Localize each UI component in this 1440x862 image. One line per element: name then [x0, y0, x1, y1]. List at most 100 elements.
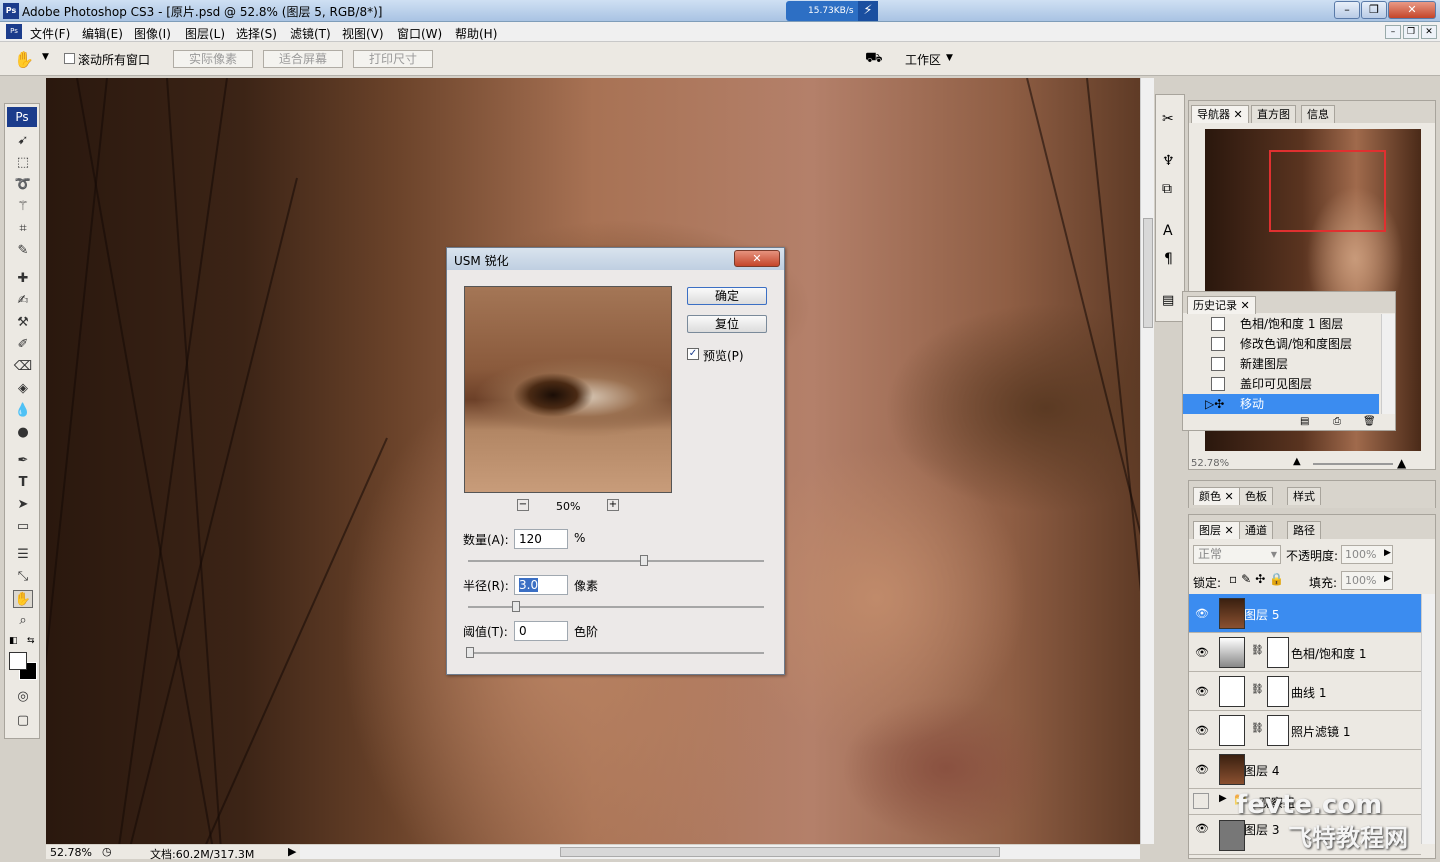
layers-scrollbar[interactable]: [1421, 594, 1435, 844]
tab-info[interactable]: 信息: [1301, 105, 1335, 123]
document-icon[interactable]: Ps: [6, 24, 22, 39]
layer-row[interactable]: 👁 图层 4: [1189, 750, 1421, 789]
menu-filter[interactable]: 滤镜(T): [290, 25, 331, 42]
opacity-arrow-icon[interactable]: ▶: [1384, 548, 1391, 558]
character-icon[interactable]: A: [1163, 223, 1173, 239]
brush-tool-icon[interactable]: ✍: [13, 292, 33, 310]
menu-view[interactable]: 视图(V): [342, 25, 384, 42]
reset-button[interactable]: 复位: [687, 315, 767, 333]
minimize-button[interactable]: –: [1334, 1, 1360, 19]
zoom-out-small-icon[interactable]: ▲: [1293, 456, 1301, 467]
group-expand-icon[interactable]: ▶: [1219, 793, 1227, 804]
status-clock-icon[interactable]: ◷: [102, 845, 112, 858]
marquee-tool-icon[interactable]: ⬚: [13, 154, 33, 172]
path-select-icon[interactable]: ➤: [13, 496, 33, 514]
dialog-titlebar[interactable]: USM 锐化 ✕: [447, 248, 784, 270]
radius-input[interactable]: 3.0: [514, 575, 568, 595]
paint-bucket-icon[interactable]: ◈: [13, 380, 33, 398]
vertical-scrollbar[interactable]: [1140, 78, 1154, 844]
default-colors-icon[interactable]: ◧: [9, 636, 18, 646]
tab-layers[interactable]: 图层 ✕: [1193, 521, 1240, 539]
history-item[interactable]: 盖印可见图层: [1183, 374, 1395, 394]
layer-row[interactable]: 👁 ⛓ 色相/饱和度 1: [1189, 633, 1421, 672]
crop-tool-icon[interactable]: ⌗: [13, 220, 33, 238]
layer-row[interactable]: 👁 ⛓ 曲线 1: [1189, 672, 1421, 711]
restore-button[interactable]: ❐: [1361, 1, 1387, 19]
history-brush-icon[interactable]: ✐: [13, 336, 33, 354]
status-zoom[interactable]: 52.78%: [50, 846, 92, 859]
tab-navigator[interactable]: 导航器 ✕: [1191, 105, 1249, 123]
menu-help[interactable]: 帮助(H): [455, 25, 497, 42]
magic-wand-tool-icon[interactable]: ⚚: [13, 198, 33, 216]
quick-mask-icon[interactable]: ◎: [13, 688, 33, 706]
eye-icon[interactable]: 👁: [1195, 822, 1209, 835]
close-button[interactable]: ✕: [1388, 1, 1436, 19]
menu-edit[interactable]: 编辑(E): [82, 25, 123, 42]
history-item[interactable]: 新建图层: [1183, 354, 1395, 374]
hand-tool-active-icon[interactable]: ✋: [13, 590, 33, 608]
menu-file[interactable]: 文件(F): [30, 25, 70, 42]
preview-checkbox[interactable]: ✓: [687, 348, 699, 360]
navigator-zoom-slider[interactable]: [1313, 463, 1393, 465]
lasso-tool-icon[interactable]: ➰: [13, 176, 33, 194]
foreground-color-swatch[interactable]: [9, 652, 27, 670]
chevron-down-icon[interactable]: ▼: [42, 52, 49, 62]
history-item[interactable]: 色相/饱和度 1 图层: [1183, 314, 1395, 334]
tab-swatches[interactable]: 色板: [1239, 487, 1273, 505]
navigator-view-box[interactable]: [1269, 150, 1386, 232]
doc-restore-button[interactable]: ❐: [1403, 25, 1419, 39]
threshold-input[interactable]: 0: [514, 621, 568, 641]
notes-tool-icon[interactable]: ☰: [13, 546, 33, 564]
history-item-active[interactable]: ▷✣ 移动: [1183, 394, 1379, 414]
visibility-off-box[interactable]: [1193, 793, 1209, 809]
swap-colors-icon[interactable]: ⇆: [27, 636, 35, 646]
menu-select[interactable]: 选择(S): [236, 25, 277, 42]
status-arrow-icon[interactable]: ▶: [288, 845, 296, 858]
actual-pixels-button[interactable]: 实际像素: [173, 50, 253, 68]
fit-screen-button[interactable]: 适合屏幕: [263, 50, 343, 68]
tab-color[interactable]: 颜色 ✕: [1193, 487, 1240, 505]
fill-arrow-icon[interactable]: ▶: [1384, 574, 1391, 584]
hand-tool-icon[interactable]: ✋: [14, 50, 34, 69]
horizontal-scroll-thumb[interactable]: [560, 847, 1000, 857]
doc-close-button[interactable]: ✕: [1421, 25, 1437, 39]
tool-presets-icon[interactable]: ✂: [1162, 111, 1174, 127]
zoom-tool-icon[interactable]: ⌕: [13, 612, 33, 630]
eye-icon[interactable]: 👁: [1195, 646, 1209, 659]
move-tool-icon[interactable]: ➹: [13, 132, 33, 150]
zoom-in-small-icon[interactable]: ▲: [1397, 456, 1406, 470]
layer-comps-icon[interactable]: ▤: [1162, 293, 1174, 308]
lock-icons[interactable]: ▫✎✣🔒: [1229, 572, 1288, 586]
zoom-in-button[interactable]: +: [607, 499, 619, 511]
brushes-icon[interactable]: ♆: [1162, 153, 1175, 169]
snapshot-icon[interactable]: ⎙: [1333, 416, 1341, 427]
stamp-tool-icon[interactable]: ⚒: [13, 314, 33, 332]
tab-paths[interactable]: 路径: [1287, 521, 1321, 539]
tab-histogram[interactable]: 直方图: [1251, 105, 1296, 123]
radius-slider-thumb[interactable]: [512, 601, 520, 612]
pen-tool-icon[interactable]: ✒: [13, 452, 33, 470]
eyedropper-tool-icon[interactable]: ⤡: [13, 568, 33, 586]
zoom-out-button[interactable]: −: [517, 499, 529, 511]
menu-layer[interactable]: 图层(L): [185, 25, 225, 42]
screen-mode-icon[interactable]: ▢: [13, 712, 33, 730]
amount-slider-thumb[interactable]: [640, 555, 648, 566]
clone-source-icon[interactable]: ⧉: [1162, 181, 1172, 197]
history-item[interactable]: 修改色调/饱和度图层: [1183, 334, 1395, 354]
tab-channels[interactable]: 通道: [1239, 521, 1273, 539]
eye-icon[interactable]: 👁: [1195, 685, 1209, 698]
eye-icon[interactable]: 👁: [1195, 763, 1209, 776]
menu-image[interactable]: 图像(I): [134, 25, 171, 42]
amount-input[interactable]: 120: [514, 529, 568, 549]
net-speed-widget[interactable]: 15.73KB/s ⚡: [786, 1, 878, 21]
navigator-zoom[interactable]: 52.78%: [1191, 458, 1229, 469]
vertical-scroll-thumb[interactable]: [1143, 218, 1153, 328]
threshold-slider-track[interactable]: [468, 652, 764, 654]
layer-row-active[interactable]: 👁 图层 5: [1189, 594, 1421, 633]
tab-styles[interactable]: 样式: [1287, 487, 1321, 505]
history-scrollbar[interactable]: [1381, 314, 1395, 414]
dialog-close-button[interactable]: ✕: [734, 250, 780, 267]
layer-row[interactable]: 👁 ⛓ 照片滤镜 1: [1189, 711, 1421, 750]
ok-button[interactable]: 确定: [687, 287, 767, 305]
type-tool-icon[interactable]: T: [13, 474, 33, 492]
